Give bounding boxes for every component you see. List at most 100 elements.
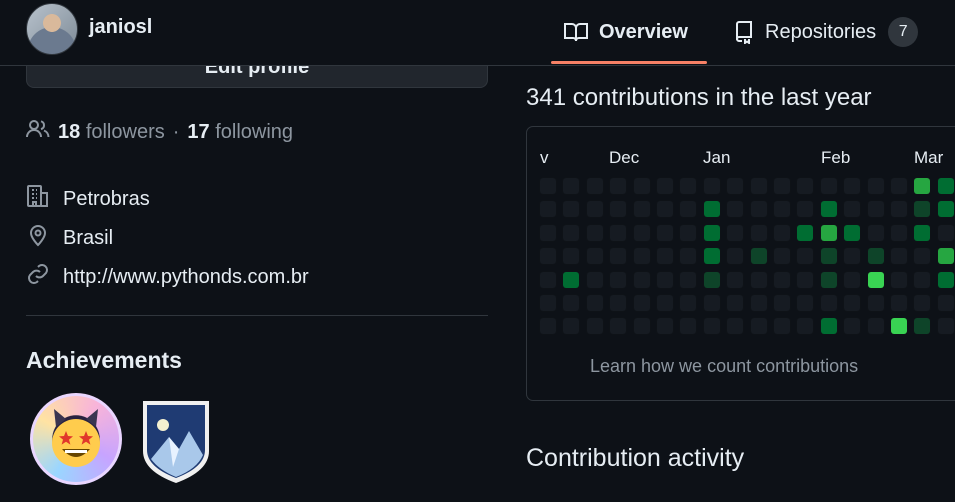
contribution-day-cell[interactable] — [633, 224, 651, 242]
contribution-day-cell[interactable] — [913, 294, 931, 312]
contribution-day-cell[interactable] — [562, 317, 580, 335]
contribution-day-cell[interactable] — [539, 224, 557, 242]
contribution-day-cell[interactable] — [867, 200, 885, 218]
contribution-day-cell[interactable] — [750, 271, 768, 289]
contribution-day-cell[interactable] — [937, 177, 955, 195]
contribution-day-cell[interactable] — [586, 247, 604, 265]
contribution-day-cell[interactable] — [843, 200, 861, 218]
contribution-day-cell[interactable] — [656, 224, 674, 242]
contribution-day-cell[interactable] — [609, 271, 627, 289]
contribution-day-cell[interactable] — [726, 294, 744, 312]
contribution-day-cell[interactable] — [796, 271, 814, 289]
contribution-day-cell[interactable] — [843, 247, 861, 265]
contribution-day-cell[interactable] — [820, 294, 838, 312]
contribution-day-cell[interactable] — [726, 200, 744, 218]
contribution-day-cell[interactable] — [820, 224, 838, 242]
contribution-day-cell[interactable] — [703, 317, 721, 335]
contribution-day-cell[interactable] — [843, 177, 861, 195]
contribution-day-cell[interactable] — [937, 317, 955, 335]
contribution-day-cell[interactable] — [539, 294, 557, 312]
contribution-day-cell[interactable] — [703, 224, 721, 242]
contribution-day-cell[interactable] — [750, 317, 768, 335]
contribution-day-cell[interactable] — [750, 224, 768, 242]
contribution-day-cell[interactable] — [656, 200, 674, 218]
achievements-heading[interactable]: Achievements — [26, 347, 182, 374]
contribution-day-cell[interactable] — [913, 177, 931, 195]
contribution-day-cell[interactable] — [562, 294, 580, 312]
contribution-day-cell[interactable] — [586, 224, 604, 242]
contribution-day-cell[interactable] — [773, 177, 791, 195]
contribution-day-cell[interactable] — [609, 317, 627, 335]
contribution-day-cell[interactable] — [562, 271, 580, 289]
contribution-day-cell[interactable] — [562, 177, 580, 195]
contribution-day-cell[interactable] — [539, 317, 557, 335]
contribution-day-cell[interactable] — [820, 317, 838, 335]
contribution-day-cell[interactable] — [820, 177, 838, 195]
contribution-day-cell[interactable] — [703, 177, 721, 195]
contribution-day-cell[interactable] — [586, 317, 604, 335]
contribution-day-cell[interactable] — [867, 294, 885, 312]
contribution-day-cell[interactable] — [633, 294, 651, 312]
contribution-day-cell[interactable] — [773, 294, 791, 312]
contribution-day-cell[interactable] — [913, 200, 931, 218]
contribution-day-cell[interactable] — [726, 317, 744, 335]
contribution-day-cell[interactable] — [773, 247, 791, 265]
contribution-day-cell[interactable] — [843, 317, 861, 335]
contribution-day-cell[interactable] — [820, 200, 838, 218]
contribution-day-cell[interactable] — [679, 200, 697, 218]
contribution-day-cell[interactable] — [679, 177, 697, 195]
contribution-day-cell[interactable] — [796, 200, 814, 218]
contribution-day-cell[interactable] — [867, 224, 885, 242]
contribution-day-cell[interactable] — [679, 294, 697, 312]
contribution-day-cell[interactable] — [539, 271, 557, 289]
contribution-day-cell[interactable] — [773, 317, 791, 335]
contribution-day-cell[interactable] — [843, 294, 861, 312]
contribution-day-cell[interactable] — [562, 200, 580, 218]
learn-contributions-link[interactable]: Learn how we count contributions — [590, 356, 858, 377]
contribution-day-cell[interactable] — [586, 271, 604, 289]
contribution-day-cell[interactable] — [820, 247, 838, 265]
contribution-day-cell[interactable] — [539, 247, 557, 265]
contribution-day-cell[interactable] — [773, 200, 791, 218]
contribution-day-cell[interactable] — [562, 247, 580, 265]
contribution-day-cell[interactable] — [937, 247, 955, 265]
following-link[interactable]: 17 following — [187, 121, 293, 144]
contribution-day-cell[interactable] — [656, 271, 674, 289]
contribution-day-cell[interactable] — [913, 317, 931, 335]
starstruck-badge[interactable] — [30, 393, 122, 485]
contribution-day-cell[interactable] — [703, 200, 721, 218]
contribution-day-cell[interactable] — [890, 294, 908, 312]
header-username[interactable]: janiosl — [89, 16, 152, 39]
contribution-day-cell[interactable] — [796, 317, 814, 335]
contribution-day-cell[interactable] — [633, 271, 651, 289]
contribution-day-cell[interactable] — [890, 177, 908, 195]
tab-overview[interactable]: Overview — [563, 0, 688, 64]
contribution-day-cell[interactable] — [867, 177, 885, 195]
contribution-day-cell[interactable] — [656, 317, 674, 335]
contribution-day-cell[interactable] — [609, 177, 627, 195]
contribution-day-cell[interactable] — [539, 200, 557, 218]
contribution-day-cell[interactable] — [796, 224, 814, 242]
arctic-code-vault-badge[interactable] — [137, 397, 215, 485]
contribution-day-cell[interactable] — [913, 247, 931, 265]
contribution-day-cell[interactable] — [586, 294, 604, 312]
contribution-day-cell[interactable] — [773, 224, 791, 242]
contribution-day-cell[interactable] — [633, 317, 651, 335]
contribution-day-cell[interactable] — [679, 224, 697, 242]
contribution-day-cell[interactable] — [679, 247, 697, 265]
followers-link[interactable]: 18 followers — [58, 121, 165, 144]
contribution-day-cell[interactable] — [609, 224, 627, 242]
contribution-day-cell[interactable] — [726, 271, 744, 289]
contribution-day-cell[interactable] — [656, 177, 674, 195]
contribution-day-cell[interactable] — [562, 224, 580, 242]
contribution-day-cell[interactable] — [937, 224, 955, 242]
contribution-day-cell[interactable] — [890, 271, 908, 289]
website-link[interactable]: http://www.pythonds.com.br — [63, 266, 309, 289]
contribution-day-cell[interactable] — [750, 247, 768, 265]
contribution-day-cell[interactable] — [703, 247, 721, 265]
contribution-day-cell[interactable] — [679, 271, 697, 289]
contribution-day-cell[interactable] — [843, 271, 861, 289]
contribution-day-cell[interactable] — [913, 271, 931, 289]
tab-repositories[interactable]: Repositories 7 — [733, 0, 919, 64]
contribution-day-cell[interactable] — [867, 317, 885, 335]
